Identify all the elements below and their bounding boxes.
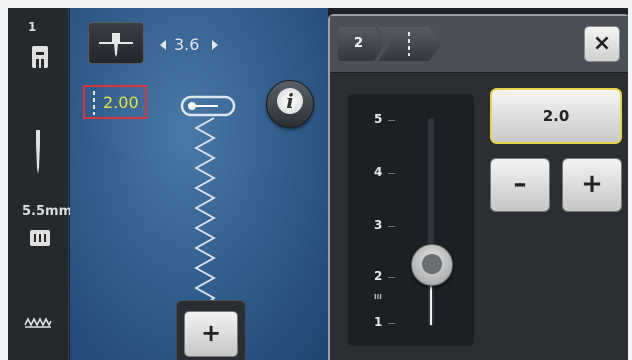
- needle-size-label: 5.5mm: [22, 204, 73, 219]
- add-stitch-button[interactable]: +: [184, 311, 238, 357]
- needle-icon[interactable]: [33, 130, 43, 178]
- scale-tick-5: 5: [374, 112, 383, 126]
- scale-tick-3: 3: [374, 218, 383, 232]
- increase-button[interactable]: +: [562, 158, 622, 212]
- add-stitch-button-frame: +: [176, 300, 246, 360]
- stitch-pattern-icon[interactable]: [24, 314, 52, 333]
- needle-number: 1: [28, 20, 37, 34]
- stitch-plate-icon[interactable]: [30, 230, 50, 250]
- info-icon: i: [277, 88, 303, 114]
- width-increase-arrow-icon[interactable]: [212, 40, 218, 50]
- breadcrumb-step[interactable]: 2: [338, 27, 384, 61]
- stitch-length-icon: [91, 91, 97, 119]
- needle-position-icon: [99, 33, 133, 57]
- breadcrumb-stitch-length[interactable]: [378, 27, 442, 61]
- scale-tick-4: 4: [374, 165, 383, 179]
- presser-foot-icon[interactable]: [30, 44, 50, 74]
- scale-tick-1: 1: [374, 315, 383, 329]
- info-button[interactable]: i: [266, 80, 314, 128]
- stitch-length-field[interactable]: 2.00: [83, 85, 147, 119]
- status-sidebar: 1 5.5mm: [8, 8, 73, 360]
- slider-thumb[interactable]: [411, 244, 453, 287]
- stitch-length-value: 2.00: [103, 93, 139, 112]
- slider-thumb-center: [422, 254, 442, 275]
- stitch-length-panel: 2 × 5 4 3 2 III 1 2.0 – +: [328, 14, 628, 360]
- stitch-length-breadcrumb-icon: [406, 32, 412, 60]
- scale-minor-marker: III: [374, 293, 382, 301]
- width-decrease-arrow-icon[interactable]: [160, 40, 166, 50]
- stitch-preview-area: 3.6 2.00 i +: [70, 8, 328, 360]
- stitch-preview: [178, 94, 238, 320]
- scale-tick-2: 2: [374, 269, 383, 283]
- sewing-screen: 1 5.5mm 3.6 2.00 i + 2 × 5 4 3 2 III 1 2…: [8, 8, 628, 360]
- close-button[interactable]: ×: [584, 26, 620, 62]
- length-value-button[interactable]: 2.0: [490, 88, 622, 144]
- stitch-width-value: 3.6: [174, 35, 200, 54]
- panel-header: 2 ×: [330, 16, 628, 73]
- length-scale: 5 4 3 2 III 1: [348, 94, 474, 346]
- breadcrumb-step-label: 2: [354, 36, 364, 51]
- decrease-button[interactable]: –: [490, 158, 550, 212]
- stitch-width-button[interactable]: [88, 22, 144, 64]
